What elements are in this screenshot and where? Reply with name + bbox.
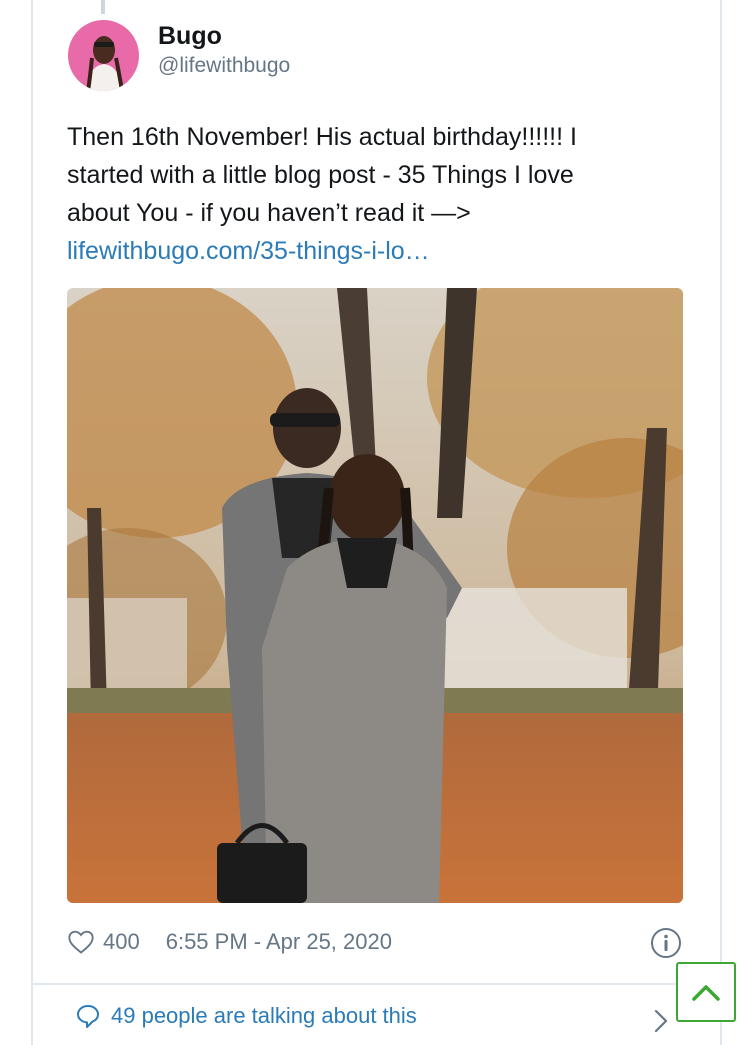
- conversation-link[interactable]: 49 people are talking about this: [75, 1003, 417, 1029]
- tweet-text-line: about You - if you haven’t read it —>: [67, 199, 471, 227]
- tweet-text: Then 16th November! His actual birthday!…: [67, 118, 667, 270]
- tweet-photo[interactable]: [67, 288, 683, 903]
- embedded-tweet-page: Bugo @lifewithbugo Then 16th November! H…: [0, 0, 750, 1045]
- tweet-text-line: Then 16th November! His actual birthday!…: [67, 123, 577, 151]
- tweet-timestamp[interactable]: 6:55 PM - Apr 25, 2020: [166, 929, 392, 955]
- author-avatar[interactable]: [68, 20, 139, 91]
- author-name[interactable]: Bugo: [158, 22, 222, 51]
- like-count[interactable]: 400: [103, 929, 140, 955]
- divider: [33, 983, 718, 985]
- info-icon[interactable]: [650, 927, 682, 959]
- speech-bubble-icon: [77, 1005, 99, 1028]
- author-handle[interactable]: @lifewithbugo: [158, 54, 290, 78]
- conversation-label: 49 people are talking about this: [111, 1003, 417, 1028]
- heart-icon[interactable]: [67, 928, 95, 956]
- blog-post-link[interactable]: lifewithbugo.com/35-things-i-lo…: [67, 232, 667, 270]
- scroll-to-top-button[interactable]: [676, 962, 736, 1022]
- tweet-meta: 400 6:55 PM - Apr 25, 2020: [67, 925, 392, 959]
- chevron-right-icon[interactable]: [652, 1008, 670, 1034]
- chevron-up-icon: [692, 985, 720, 1001]
- thread-connector-line: [101, 0, 105, 14]
- tweet-text-line: started with a little blog post - 35 Thi…: [67, 161, 574, 189]
